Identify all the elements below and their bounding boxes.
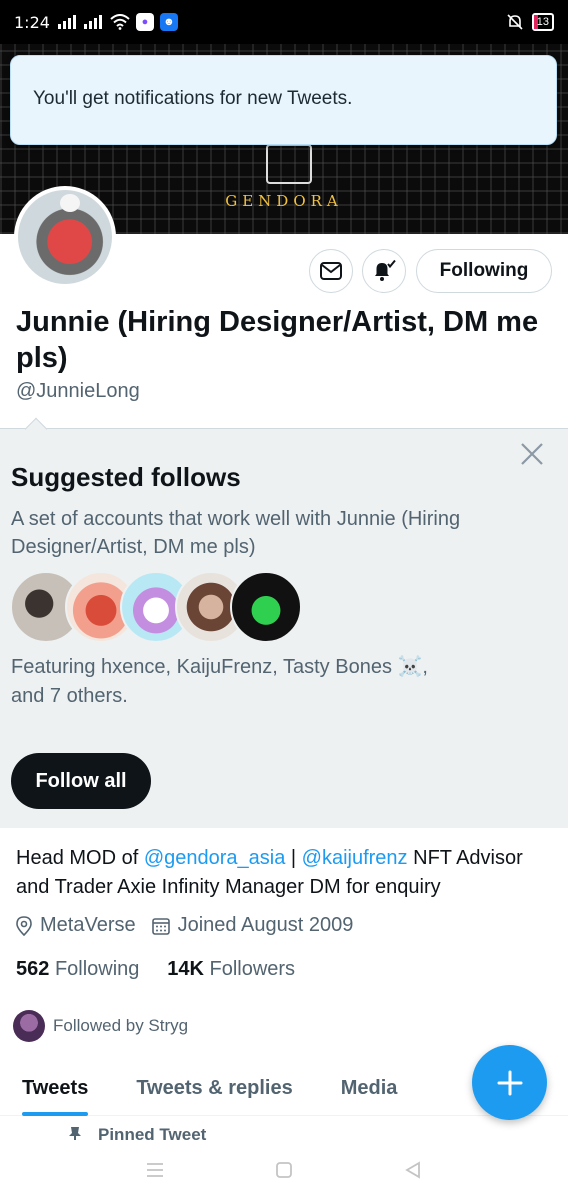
status-time: 1:24 [14, 12, 50, 32]
suggest-caret [24, 417, 48, 441]
following-button[interactable]: Following [416, 249, 552, 293]
home-square-icon [276, 1162, 292, 1178]
mention-link-kaijufrenz[interactable]: @kaijufrenz [302, 847, 408, 869]
close-icon [521, 442, 543, 465]
suggested-avatars[interactable] [10, 571, 310, 643]
profile-avatar[interactable] [14, 186, 116, 288]
notification-toast: You'll get notifications for new Tweets. [10, 55, 557, 145]
profile-name: Junnie (Hiring Designer/Artist, DM me pl… [16, 306, 539, 374]
wifi-icon [110, 14, 130, 30]
tab-media[interactable]: Media [319, 1060, 420, 1116]
calendar-icon [151, 917, 170, 935]
bio-prefix: Head MOD of [16, 847, 144, 869]
bio-separator: | [285, 847, 302, 869]
message-button[interactable] [309, 249, 353, 293]
profile-stats: 562 Following 14K Followers [16, 958, 295, 981]
signal-icon [57, 15, 78, 29]
back-button[interactable] [393, 1150, 433, 1190]
home-button[interactable] [264, 1150, 304, 1190]
joined-text: Joined August 2009 [177, 914, 354, 936]
following-label: Following [54, 958, 140, 980]
tab-tweets[interactable]: Tweets [0, 1060, 110, 1116]
mail-icon [320, 262, 342, 280]
followed-by[interactable]: Followed by Stryg [13, 1010, 188, 1042]
mute-icon [507, 14, 523, 30]
profile-meta: MetaVerse Joined August 2009 [16, 914, 369, 937]
system-nav-bar [0, 1140, 568, 1200]
plus-icon [497, 1070, 522, 1095]
battery-level: 13 [536, 16, 549, 28]
bell-check-icon [375, 259, 396, 281]
followed-by-text: Followed by Stryg [53, 1016, 189, 1035]
suggested-follows-title: Suggested follows [11, 462, 241, 492]
banner-mascot-image [266, 144, 312, 184]
location-pin-icon [16, 915, 32, 936]
notifications-button[interactable] [362, 249, 406, 293]
suggested-avatar-5[interactable] [230, 571, 302, 643]
tab-tweets-and-replies[interactable]: Tweets & replies [114, 1060, 314, 1116]
messenger-icon: ● [135, 13, 154, 31]
suggested-follows-panel: Suggested follows A set of accounts that… [0, 417, 568, 828]
back-triangle-icon [405, 1161, 421, 1179]
location-item: MetaVerse [16, 914, 136, 937]
profile-handle: @JunnieLong [16, 380, 140, 402]
follow-all-button[interactable]: Follow all [11, 753, 151, 809]
battery-icon: 13 [531, 13, 554, 31]
accessibility-icon: ☻ [159, 13, 178, 31]
followers-count: 14K [167, 958, 204, 980]
followers-label: Followers [209, 958, 296, 980]
followers-stat[interactable]: 14K Followers [167, 958, 295, 980]
featuring-line: Featuring hxence, KaijuFrenz, Tasty Bone… [11, 656, 428, 678]
profile-bio: Head MOD of @gendora_asia | @kaijufrenz … [16, 844, 556, 902]
joined-item: Joined August 2009 [151, 914, 354, 937]
featuring-more: and 7 others. [11, 685, 128, 707]
location-text: MetaVerse [40, 914, 136, 936]
menu-icon [146, 1163, 163, 1177]
signal-icon-2 [83, 15, 104, 29]
close-suggestions-button[interactable] [518, 441, 546, 469]
following-stat[interactable]: 562 Following [16, 958, 139, 980]
compose-tweet-button[interactable] [472, 1045, 547, 1120]
followed-by-avatar [13, 1010, 45, 1042]
recents-button[interactable] [135, 1150, 175, 1190]
status-bar: 1:24 ● ☻ 13 [0, 0, 568, 44]
suggested-featuring-text: Featuring hxence, KaijuFrenz, Tasty Bone… [11, 653, 531, 711]
avatar-image [18, 190, 112, 284]
mention-link-gendora[interactable]: @gendora_asia [144, 847, 286, 869]
following-count: 562 [16, 958, 50, 980]
suggested-follows-description: A set of accounts that work well with Ju… [11, 508, 461, 558]
